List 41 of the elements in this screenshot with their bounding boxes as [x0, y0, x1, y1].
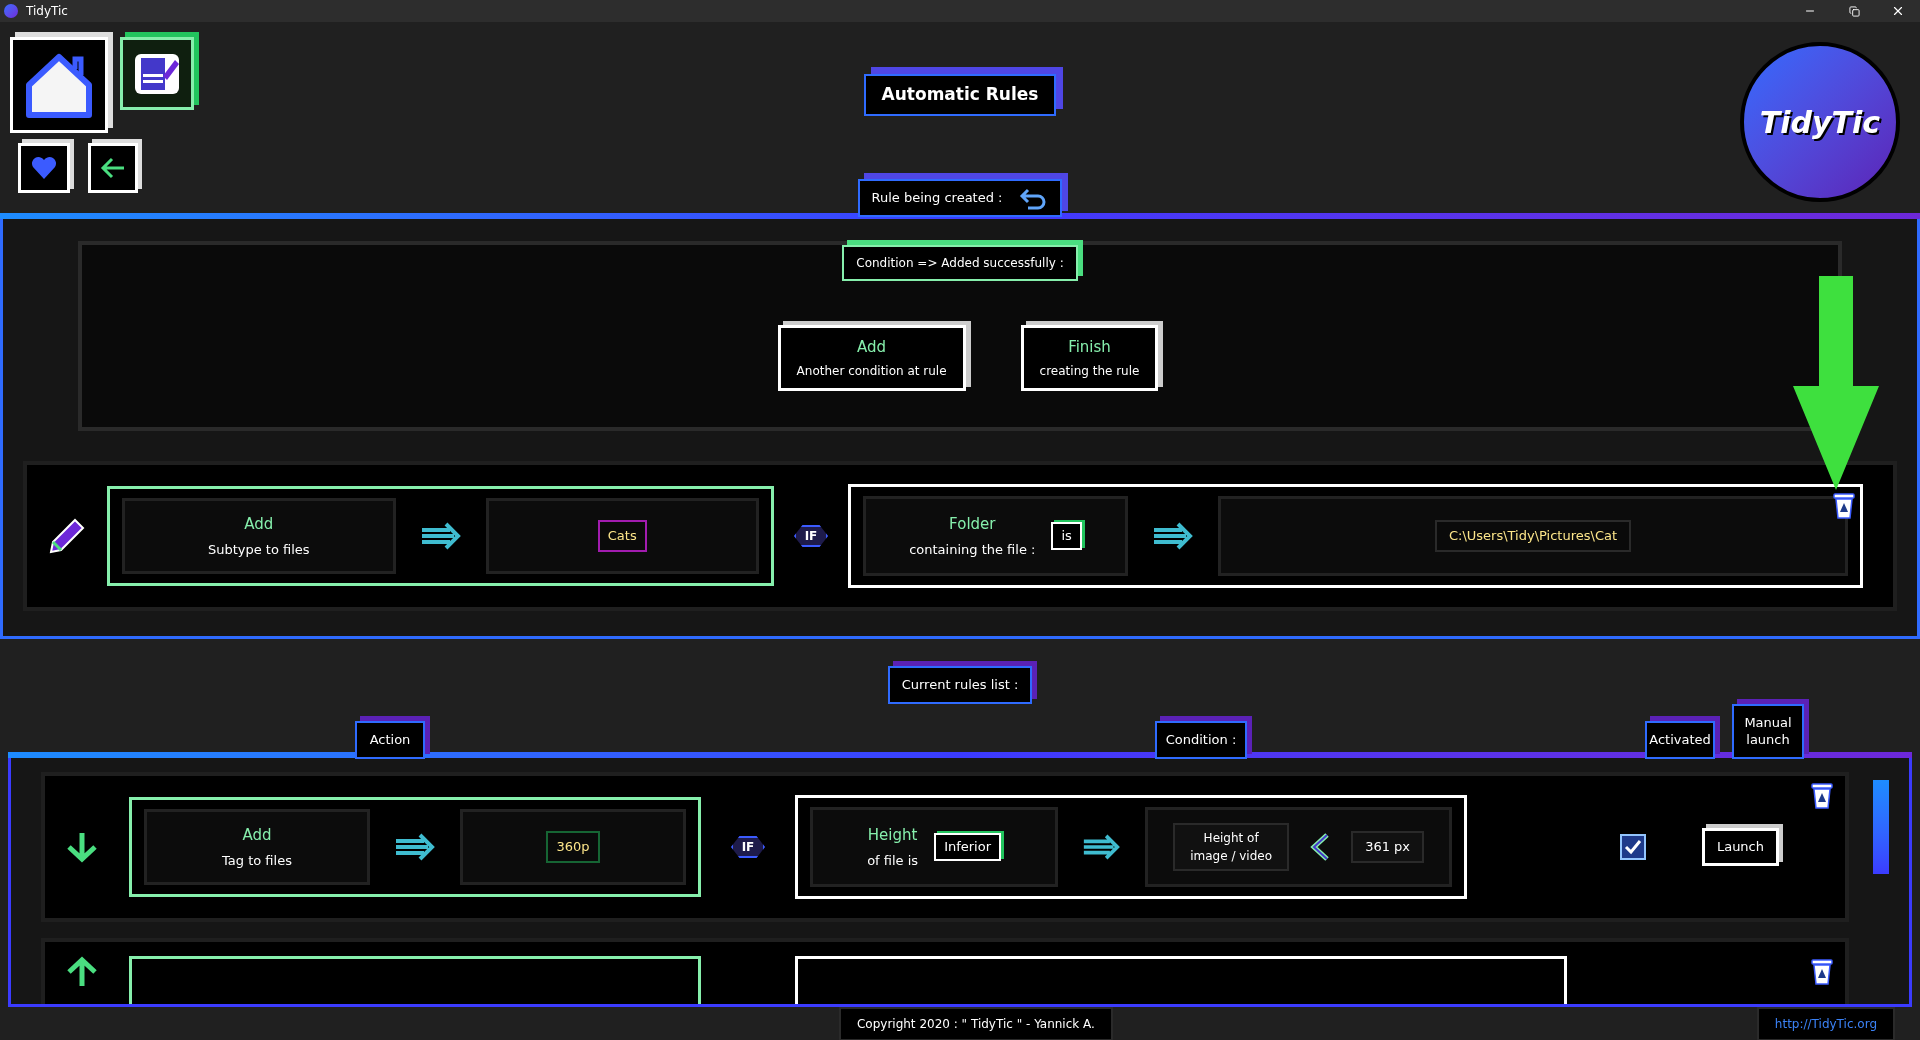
pencil-icon[interactable] — [47, 516, 87, 556]
condition-subtitle: containing the file : — [909, 540, 1036, 559]
down-arrow-icon — [1793, 276, 1879, 490]
move-up-icon[interactable] — [65, 956, 99, 988]
value-tag: Cats — [597, 520, 647, 552]
condition-title: Height — [867, 825, 918, 846]
double-arrow-icon — [419, 521, 462, 551]
back-arrow-icon — [100, 156, 126, 180]
checkmark-icon — [1623, 839, 1642, 855]
action-subtitle: Tag to files — [222, 851, 292, 870]
path-tag: C:\Users\Tidy\Pictures\Cat — [1434, 520, 1632, 552]
app-icon — [4, 4, 18, 18]
value-tag: 360p — [546, 831, 600, 863]
rule-being-created-label: Rule being created : — [871, 189, 1003, 208]
if-badge: IF — [731, 836, 765, 858]
condition-title: Folder — [949, 514, 996, 535]
action-title: Add — [242, 825, 272, 846]
logo-text: TidyTic — [1759, 103, 1881, 142]
if-badge: IF — [794, 525, 828, 547]
action-title: Add — [244, 514, 274, 535]
operator-tag: Inferior — [934, 833, 1002, 861]
copyright-text: Copyright 2020 : " TidyTic " - Yannick A. — [838, 1007, 1113, 1040]
action-subtitle: Subtype to files — [207, 540, 310, 559]
double-arrow-icon — [1082, 832, 1122, 862]
move-down-icon[interactable] — [65, 831, 99, 863]
trash-icon[interactable] — [1809, 956, 1835, 986]
double-arrow-icon — [1152, 521, 1194, 551]
trash-icon[interactable] — [1809, 780, 1835, 810]
window-title: TidyTic — [26, 3, 68, 20]
website-link[interactable]: http://TidyTic.org — [1756, 1007, 1895, 1040]
heart-icon — [31, 156, 57, 180]
double-arrow-icon — [394, 832, 436, 862]
close-icon — [1891, 4, 1905, 18]
operator-tag: is — [1051, 522, 1082, 550]
target-label: Height of image / video — [1173, 823, 1290, 871]
value-tag: 361 px — [1351, 831, 1425, 863]
restore-icon — [1848, 5, 1860, 17]
scrollbar[interactable] — [1873, 780, 1889, 874]
trash-icon[interactable] — [1831, 490, 1857, 520]
condition-subtitle: of file is — [867, 851, 919, 870]
activated-checkbox[interactable] — [1619, 834, 1646, 860]
